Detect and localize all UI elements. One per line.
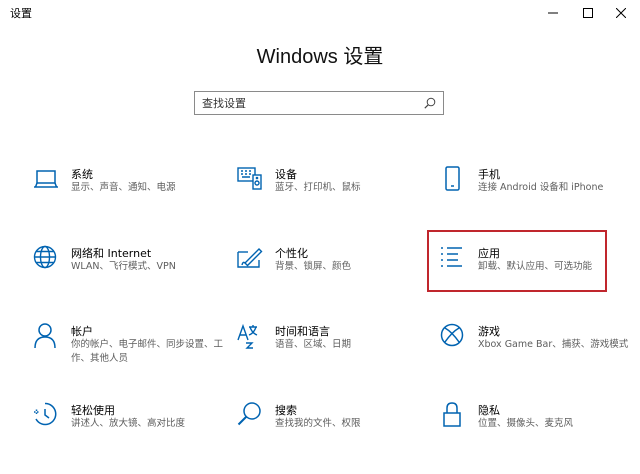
tile-description: 语音、区域、日期 (275, 339, 352, 350)
tile-personalization[interactable]: 个性化 背景、锁屏、颜色 (237, 245, 427, 301)
tile-title: 手机 (478, 168, 500, 181)
title-bar: 设置 (0, 0, 640, 26)
tile-description: 背景、锁屏、颜色 (275, 261, 352, 272)
tile-phone[interactable]: 手机 连接 Android 设备和 iPhone (440, 166, 630, 222)
tile-description: 位置、摄像头、麦克风 (478, 418, 574, 429)
tile-description: 连接 Android 设备和 iPhone (478, 182, 604, 193)
search-icon[interactable] (424, 97, 436, 109)
minimize-button[interactable] (536, 0, 570, 26)
tile-description: 讲述人、放大镜、高对比度 (71, 418, 186, 429)
tile-search[interactable]: 搜索 查找我的文件、权限 (237, 402, 427, 458)
page-title: Windows 设置 (256, 46, 384, 68)
personalize-icon (237, 245, 263, 271)
person-icon (33, 323, 59, 349)
tile-description: 显示、声音、通知、电源 (71, 182, 176, 193)
search-box[interactable] (194, 91, 444, 115)
tile-title: 时间和语言 (275, 325, 330, 338)
tile-time-language[interactable]: 时间和语言 语音、区域、日期 (237, 323, 427, 379)
tile-title: 搜索 (275, 404, 297, 417)
tile-devices[interactable]: 设备 蓝牙、打印机、鼠标 (237, 166, 427, 222)
tile-description: Xbox Game Bar、捕获、游戏模式 (478, 339, 629, 350)
window-title: 设置 (10, 7, 32, 20)
tile-title: 个性化 (275, 247, 308, 260)
xbox-icon (440, 323, 466, 349)
tile-description: 你的帐户、电子邮件、同步设置、工作、其他人员 (71, 339, 224, 364)
tile-title: 设备 (275, 168, 297, 181)
close-button[interactable] (604, 0, 638, 26)
highlight-box (427, 230, 607, 292)
maximize-button[interactable] (571, 0, 605, 26)
globe-icon (33, 245, 59, 271)
tile-title: 游戏 (478, 325, 500, 338)
search-icon (237, 402, 263, 428)
language-icon (237, 323, 263, 349)
tile-title: 系统 (71, 168, 93, 181)
ease-of-access-icon (33, 402, 59, 428)
devices-icon (237, 166, 263, 192)
maximize-icon (583, 8, 593, 18)
tile-title: 隐私 (478, 404, 500, 417)
search-input[interactable] (202, 94, 412, 112)
tile-privacy[interactable]: 隐私 位置、摄像头、麦克风 (440, 402, 630, 458)
tile-gaming[interactable]: 游戏 Xbox Game Bar、捕获、游戏模式 (440, 323, 630, 379)
tile-accounts[interactable]: 帐户 你的帐户、电子邮件、同步设置、工作、其他人员 (33, 323, 223, 379)
tile-description: 查找我的文件、权限 (275, 418, 361, 429)
tile-title: 轻松使用 (71, 404, 115, 417)
tile-system[interactable]: 系统 显示、声音、通知、电源 (33, 166, 223, 222)
lock-icon (440, 402, 466, 428)
tile-description: 蓝牙、打印机、鼠标 (275, 182, 361, 193)
close-icon (616, 8, 626, 18)
tile-ease-of-access[interactable]: 轻松使用 讲述人、放大镜、高对比度 (33, 402, 223, 458)
tile-title: 帐户 (71, 325, 93, 338)
minimize-icon (548, 12, 558, 14)
tile-network[interactable]: 网络和 Internet WLAN、飞行模式、VPN (33, 245, 223, 301)
tile-title: 网络和 Internet (71, 247, 152, 260)
tile-description: WLAN、飞行模式、VPN (71, 261, 176, 272)
phone-icon (440, 166, 466, 192)
laptop-icon (33, 166, 59, 192)
